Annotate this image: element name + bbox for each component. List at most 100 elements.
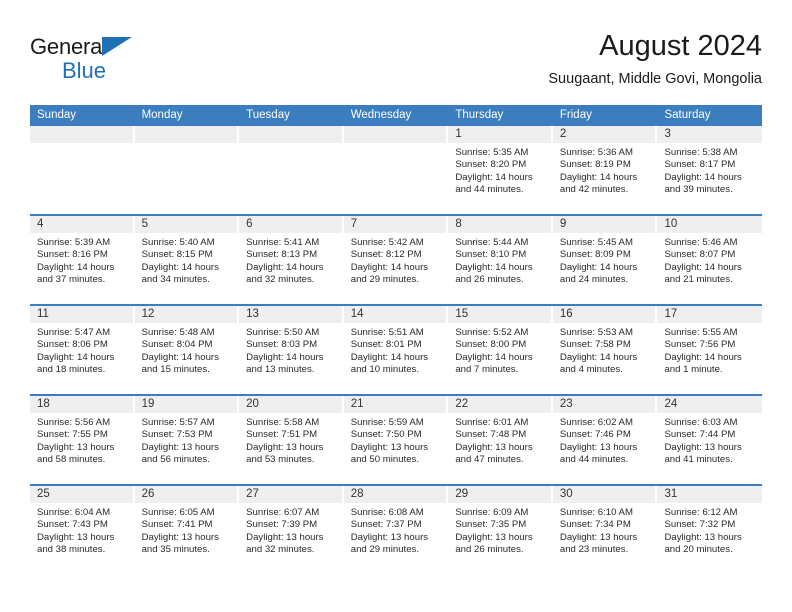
day-detail-line: Sunrise: 6:08 AM — [350, 507, 424, 518]
weekday-header-saturday: Saturday — [664, 109, 711, 121]
day-detail-line: and 32 minutes. — [246, 544, 315, 556]
calendar-day-cell-empty — [30, 126, 135, 214]
day-number: 2 — [559, 128, 567, 140]
calendar-day-cell[interactable]: 7 Sunrise: 5:42 AM Sunset: 8:12 PM Daylight… — [343, 216, 449, 304]
day-number: 27 — [246, 488, 259, 500]
calendar-day-cell[interactable]: 14 Sunrise: 5:51 AM Sunset: 8:01 PM Dayligh… — [343, 306, 449, 394]
day-detail-line: and 29 minutes. — [350, 274, 420, 286]
day-detail-line: Sunset: 8:17 PM — [664, 159, 736, 171]
brand-name-general: General — [30, 34, 107, 59]
day-detail-line: Sunset: 8:01 PM — [350, 339, 422, 351]
day-detail-line: Daylight: 13 hours — [141, 441, 219, 453]
calendar-day-cell[interactable]: 20 Sunrise: 5:58 AM Sunset: 7:51 PM Dayligh… — [239, 396, 344, 484]
day-number-band: 3 — [657, 126, 763, 143]
weekday-header-monday: Monday — [141, 109, 183, 121]
calendar-day-cell[interactable]: 29 Sunrise: 6:09 AM Sunset: 7:35 PM Dayligh… — [448, 486, 553, 574]
day-number: 1 — [455, 128, 462, 140]
calendar-weeks: 1 Sunrise: 5:35 AM Sunset: 8:20 PM Daylight… — [30, 126, 763, 574]
calendar-day-cell[interactable]: 17 Sunrise: 5:55 AM Sunset: 7:56 PM Dayligh… — [657, 306, 763, 394]
calendar-day-cell[interactable]: 21 Sunrise: 5:59 AM Sunset: 7:50 PM Dayligh… — [343, 396, 449, 484]
day-detail-line: Daylight: 14 hours — [141, 351, 219, 363]
day-detail-text: Sunrise: 6:01 AM Sunset: 7:48 PM Daylight:… — [448, 413, 553, 467]
day-detail-line: Sunset: 7:43 PM — [37, 519, 108, 531]
day-detail-line: Daylight: 14 hours — [37, 351, 115, 363]
page-subtitle: Suugaant, Middle Govi, Mongolia — [548, 71, 762, 87]
calendar-day-cell[interactable]: 8 Sunrise: 5:44 AM Sunset: 8:10 PM Daylight… — [448, 216, 553, 304]
day-detail-line: Daylight: 14 hours — [350, 261, 429, 273]
calendar-day-cell[interactable]: 3 Sunrise: 5:38 AM Sunset: 8:17 PM Daylight… — [657, 126, 763, 214]
day-detail-text — [344, 143, 449, 147]
day-detail-line: Sunset: 7:56 PM — [664, 339, 736, 351]
calendar-day-cell[interactable]: 5 Sunrise: 5:40 AM Sunset: 8:15 PM Daylight… — [134, 216, 240, 304]
day-detail-line: Sunrise: 5:52 AM — [455, 327, 529, 338]
calendar-day-cell[interactable]: 19 Sunrise: 5:57 AM Sunset: 7:53 PM Dayligh… — [134, 396, 240, 484]
day-number-band: 17 — [657, 306, 763, 323]
weekday-header-thursday: Thursday — [455, 109, 504, 121]
day-detail-line: Sunrise: 5:53 AM — [559, 327, 633, 338]
calendar-day-cell[interactable]: 27 Sunrise: 6:07 AM Sunset: 7:39 PM Dayligh… — [239, 486, 344, 574]
day-detail-text: Sunrise: 5:39 AM Sunset: 8:16 PM Daylight:… — [30, 233, 135, 287]
day-detail-line: Sunset: 8:15 PM — [141, 249, 213, 261]
day-detail-line: Sunrise: 6:07 AM — [246, 507, 320, 518]
day-detail-line: Sunrise: 5:58 AM — [246, 417, 320, 428]
day-number-band: 13 — [239, 306, 344, 323]
day-number-band — [134, 126, 240, 143]
day-number: 25 — [37, 488, 50, 500]
calendar-day-cell[interactable]: 24 Sunrise: 6:03 AM Sunset: 7:44 PM Dayligh… — [657, 396, 763, 484]
day-detail-line: Sunset: 7:48 PM — [455, 429, 527, 441]
day-detail-line: Daylight: 14 hours — [664, 171, 742, 183]
calendar-day-cell[interactable]: 1 Sunrise: 5:35 AM Sunset: 8:20 PM Daylight… — [448, 126, 553, 214]
calendar-day-cell[interactable]: 22 Sunrise: 6:01 AM Sunset: 7:48 PM Dayligh… — [448, 396, 553, 484]
calendar-day-cell[interactable]: 13 Sunrise: 5:50 AM Sunset: 8:03 PM Dayligh… — [239, 306, 344, 394]
day-number-band: 22 — [448, 396, 553, 413]
day-number: 15 — [455, 308, 469, 320]
day-number-band: 14 — [343, 306, 449, 323]
calendar-day-cell[interactable]: 26 Sunrise: 6:05 AM Sunset: 7:41 PM Dayligh… — [134, 486, 240, 574]
calendar-week-row: 25 Sunrise: 6:04 AM Sunset: 7:43 PM Dayligh… — [30, 484, 763, 574]
day-detail-line: Daylight: 13 hours — [246, 441, 324, 453]
calendar-day-cell[interactable]: 16 Sunrise: 5:53 AM Sunset: 7:58 PM Dayligh… — [552, 306, 658, 394]
calendar-day-cell[interactable]: 28 Sunrise: 6:08 AM Sunset: 7:37 PM Dayligh… — [343, 486, 449, 574]
day-detail-line: Daylight: 14 hours — [559, 171, 638, 183]
day-detail-line: Sunrise: 5:48 AM — [141, 327, 215, 338]
calendar-week-row: 4 Sunrise: 5:39 AM Sunset: 8:16 PM Daylight… — [30, 214, 763, 304]
calendar-day-cell[interactable]: 25 Sunrise: 6:04 AM Sunset: 7:43 PM Dayligh… — [30, 486, 135, 574]
calendar-day-cell[interactable]: 11 Sunrise: 5:47 AM Sunset: 8:06 PM Dayligh… — [30, 306, 135, 394]
day-detail-text: Sunrise: 5:56 AM Sunset: 7:55 PM Daylight:… — [30, 413, 135, 467]
day-detail-line: Daylight: 14 hours — [37, 261, 115, 273]
brand-triangle-icon — [102, 37, 132, 56]
brand-logo[interactable]: General Blue — [30, 34, 160, 86]
day-detail-line: Daylight: 14 hours — [246, 261, 324, 273]
calendar-day-cell[interactable]: 12 Sunrise: 5:48 AM Sunset: 8:04 PM Dayligh… — [134, 306, 240, 394]
calendar-day-cell-empty — [343, 126, 449, 214]
day-number-band: 1 — [448, 126, 553, 143]
day-number: 23 — [559, 398, 573, 410]
calendar-day-cell[interactable]: 2 Sunrise: 5:36 AM Sunset: 8:19 PM Daylight… — [552, 126, 658, 214]
calendar-day-cell[interactable]: 30 Sunrise: 6:10 AM Sunset: 7:34 PM Dayligh… — [552, 486, 658, 574]
day-number-band: 12 — [134, 306, 240, 323]
calendar-day-cell[interactable]: 18 Sunrise: 5:56 AM Sunset: 7:55 PM Dayligh… — [30, 396, 135, 484]
day-detail-line: Sunset: 7:37 PM — [350, 519, 422, 531]
calendar-day-cell[interactable]: 31 Sunrise: 6:12 AM Sunset: 7:32 PM Dayligh… — [657, 486, 763, 574]
day-number: 20 — [246, 398, 259, 410]
day-detail-line: Sunset: 7:46 PM — [559, 429, 631, 441]
day-number-band — [30, 126, 135, 143]
day-detail-line: Sunrise: 5:55 AM — [664, 327, 738, 338]
day-number: 24 — [664, 398, 678, 410]
day-number: 29 — [455, 488, 469, 500]
calendar-day-cell[interactable]: 9 Sunrise: 5:45 AM Sunset: 8:09 PM Daylight… — [552, 216, 658, 304]
day-detail-line: and 18 minutes. — [37, 364, 106, 376]
calendar-day-cell[interactable]: 4 Sunrise: 5:39 AM Sunset: 8:16 PM Daylight… — [30, 216, 135, 304]
day-detail-line: and 4 minutes. — [559, 364, 623, 376]
calendar-day-cell[interactable]: 10 Sunrise: 5:46 AM Sunset: 8:07 PM Dayligh… — [657, 216, 763, 304]
day-number: 12 — [141, 308, 155, 320]
day-detail-text: Sunrise: 5:40 AM Sunset: 8:15 PM Daylight:… — [135, 233, 240, 287]
day-detail-text: Sunrise: 5:46 AM Sunset: 8:07 PM Daylight:… — [657, 233, 762, 287]
day-detail-line: Sunset: 8:13 PM — [246, 249, 318, 261]
title-block: August 2024 Suugaant, Middle Govi, Mongo… — [548, 28, 762, 90]
day-detail-line: Daylight: 14 hours — [141, 261, 219, 273]
calendar-day-cell[interactable]: 15 Sunrise: 5:52 AM Sunset: 8:00 PM Dayligh… — [448, 306, 553, 394]
day-number: 26 — [141, 488, 155, 500]
calendar-day-cell[interactable]: 6 Sunrise: 5:41 AM Sunset: 8:13 PM Daylight… — [239, 216, 344, 304]
calendar-day-cell[interactable]: 23 Sunrise: 6:02 AM Sunset: 7:46 PM Dayligh… — [552, 396, 658, 484]
